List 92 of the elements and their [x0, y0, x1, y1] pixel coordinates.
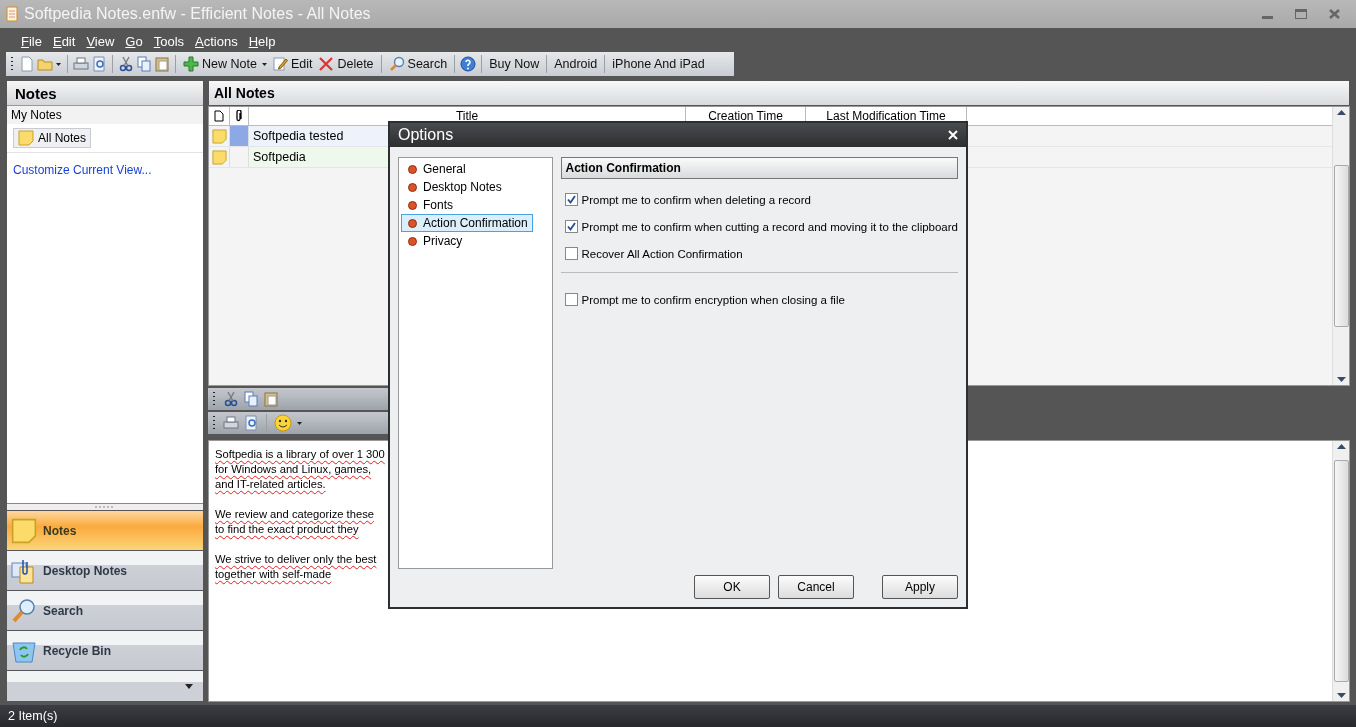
plus-icon[interactable] [183, 56, 199, 72]
paperclip-icon [235, 110, 243, 122]
text-line: and IT-related articles. [215, 477, 327, 492]
checkbox[interactable] [564, 293, 578, 306]
menu-item[interactable]: View [81, 33, 121, 49]
clipboard-icon[interactable] [154, 56, 170, 72]
menu-item[interactable]: Go [120, 33, 149, 49]
bullet-icon [408, 236, 417, 246]
menu-item[interactable]: Actions [190, 33, 244, 49]
dialog-button[interactable]: Cancel [778, 575, 854, 599]
preview-icon[interactable] [91, 56, 107, 72]
note-title: Softpedia [253, 150, 306, 164]
splitter-handle[interactable] [7, 504, 203, 510]
toolbar-button[interactable]: Delete [316, 56, 376, 72]
maximize-icon[interactable] [1295, 9, 1307, 19]
toolbar-button[interactable]: Search [386, 56, 450, 72]
bullet-icon [408, 200, 417, 210]
caret-icon[interactable] [185, 683, 193, 689]
scroll-thumb[interactable] [1333, 460, 1349, 682]
nav-button[interactable]: Search [7, 590, 203, 630]
text-line: We review and categorize these [215, 507, 375, 522]
status-text: 2 Item(s) [0, 702, 1356, 727]
nav-button[interactable]: Notes [7, 510, 203, 550]
list-title: All Notes [208, 80, 1350, 106]
checkbox-label[interactable]: Prompt me to confirm when cutting a record and moving it to the clipboard [581, 220, 958, 233]
delete-icon[interactable] [318, 56, 335, 72]
nav-button[interactable]: Desktop Notes [7, 550, 203, 590]
text-line: together with self-made [215, 567, 333, 582]
toolbar-button[interactable]: Android [552, 57, 600, 71]
printer-icon[interactable] [73, 56, 89, 72]
scissors-icon[interactable] [223, 391, 239, 407]
dialog-button[interactable]: Apply [882, 575, 958, 599]
text-line: We strive to deliver only the best [215, 552, 378, 567]
checkbox[interactable] [564, 193, 578, 206]
document-icon [214, 110, 224, 122]
toolbar-button[interactable]: New Note [181, 56, 259, 72]
category-item[interactable]: Privacy [401, 232, 468, 250]
scrollbar[interactable] [1332, 441, 1349, 701]
dialog-button[interactable]: OK [694, 575, 770, 599]
window-title: Softpedia Notes.enfw - Efficient Notes - All Notes [24, 5, 372, 23]
scroll-thumb[interactable] [1333, 165, 1349, 327]
search-icon[interactable] [388, 56, 405, 72]
bullet-icon [408, 182, 417, 192]
checkbox-label[interactable]: Recover All Action Confirmation [581, 247, 743, 260]
text-line: to find the exact product they [215, 522, 360, 537]
category-item[interactable]: Action Confirmation [401, 214, 533, 232]
clipboard-icon[interactable] [263, 391, 279, 407]
checkbox-label[interactable]: Prompt me to confirm when deleting a record [581, 193, 811, 206]
category-item[interactable]: Fonts [401, 196, 458, 214]
copy-icon[interactable] [243, 391, 259, 407]
menu-item[interactable]: Help [243, 33, 282, 49]
scrollbar[interactable] [1332, 107, 1349, 385]
documents-icon [11, 557, 37, 584]
note-icon [211, 149, 227, 165]
column-header[interactable]: Creation Time [708, 109, 783, 123]
note-title: Softpedia tested [253, 129, 344, 143]
note-icon [211, 128, 227, 144]
folder-item[interactable]: All Notes [13, 128, 92, 148]
menu-item[interactable]: Edit [47, 33, 82, 49]
smiley-icon[interactable] [274, 414, 292, 432]
help-icon[interactable] [460, 56, 477, 72]
section-header: Action Confirmation [560, 157, 958, 179]
category-item[interactable]: General [401, 160, 471, 178]
menu-item[interactable]: Tools [148, 33, 191, 49]
sidebar-title: Notes [7, 81, 203, 106]
column-header[interactable]: Last Modification Time [826, 109, 946, 123]
text-line: for Windows and Linux, games, [215, 462, 373, 477]
customize-link[interactable]: Customize Current View... [7, 153, 203, 187]
search-icon [11, 597, 37, 624]
checkbox[interactable] [564, 220, 578, 233]
copy-icon[interactable] [136, 56, 152, 72]
bullet-icon [408, 218, 417, 228]
toolbar-button[interactable]: Edit [269, 56, 315, 72]
scissors-icon[interactable] [118, 56, 134, 72]
app-icon [6, 6, 18, 22]
text-line: Softpedia is a library of over 1 300 [215, 447, 386, 462]
menu-item[interactable]: File [16, 33, 48, 49]
column-header[interactable]: Title [455, 109, 479, 123]
toolbar-button[interactable]: iPhone And iPad [610, 57, 707, 71]
group-label: My Notes [7, 106, 203, 124]
bullet-icon [408, 164, 417, 174]
printer-icon[interactable] [223, 415, 239, 431]
dialog-title: Options [398, 126, 454, 144]
checkbox-label[interactable]: Prompt me to confirm encryption when closing a file [581, 293, 845, 306]
nav-button[interactable]: Recycle Bin [7, 630, 203, 670]
category-item[interactable]: Desktop Notes [401, 178, 507, 196]
pencil-icon[interactable] [271, 56, 288, 72]
note-icon [18, 130, 34, 146]
preview-icon[interactable] [243, 415, 259, 431]
note-icon [11, 517, 37, 544]
toolbar-button[interactable]: Buy Now [487, 57, 542, 71]
checkbox[interactable] [564, 247, 578, 260]
